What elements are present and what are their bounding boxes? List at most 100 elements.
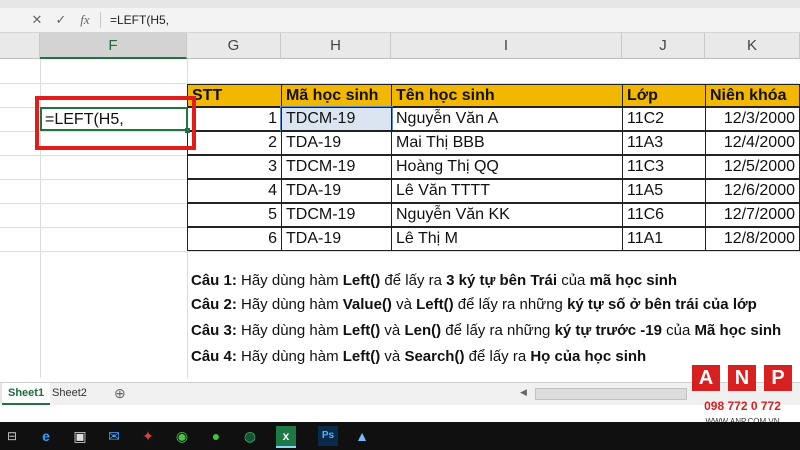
task-view-icon[interactable]: ⊟ [2, 426, 22, 446]
header-ma-hoc-sinh: Mã học sinh [281, 84, 392, 107]
question-text: để lấy ra [380, 272, 447, 289]
question-text: để lấy ra những [453, 296, 568, 313]
mail-icon[interactable]: ✉ [104, 426, 124, 446]
header-stt: STT [187, 84, 282, 107]
line-icon[interactable]: ● [206, 426, 226, 446]
table-cell-lop[interactable]: 11C6 [622, 203, 706, 227]
tab-sheet2[interactable]: Sheet2 [46, 383, 93, 403]
column-header-g[interactable]: G [187, 33, 281, 59]
table-cell-ten-hoc-sinh[interactable]: Nguyễn Văn KK [391, 203, 623, 227]
table-cell-stt[interactable]: 3 [187, 155, 282, 179]
table-cell-ten-hoc-sinh[interactable]: Nguyễn Văn A [391, 107, 623, 131]
horizontal-scrollbar[interactable] [535, 388, 687, 400]
question-text: Hãy dùng hàm [236, 296, 343, 313]
fx-icon[interactable]: fx [76, 12, 94, 28]
header-ten-hoc-sinh: Tên học sinh [391, 84, 623, 107]
table-cell-ma-hoc-sinh[interactable]: TDCM-19 [281, 203, 392, 227]
zalo-icon[interactable]: ✦ [138, 426, 158, 446]
table-cell-ma-hoc-sinh[interactable]: TDA-19 [281, 227, 392, 251]
table-cell-ma-hoc-sinh[interactable]: TDCM-19 [281, 155, 392, 179]
scroll-left-icon[interactable]: ◀ [520, 387, 530, 399]
column-header-h[interactable]: H [281, 33, 391, 59]
table-cell-ma-hoc-sinh[interactable]: TDA-19 [281, 179, 392, 203]
table-cell-ten-hoc-sinh[interactable]: Lê Văn TTTT [391, 179, 623, 203]
worksheet-grid[interactable]: F G H I J K STT Mã học sinh Tên học sinh… [0, 33, 800, 378]
active-cell-f5[interactable]: =LEFT(H5, [40, 107, 188, 131]
table-cell-stt[interactable]: 5 [187, 203, 282, 227]
question-label: Câu 1: [191, 272, 237, 289]
formula-input[interactable]: =LEFT(H5, [110, 13, 169, 27]
question-label: Câu 2: [191, 296, 237, 313]
question-bold: ký tự số ở bên trái của lớp [567, 296, 757, 313]
question-2: Câu 2: Hãy dùng hàm Value() và Left() để… [191, 296, 757, 313]
anp-logo: A N P 098 772 0 772 WWW.ANP.COM.VN [690, 365, 795, 426]
table-cell-lop[interactable]: 11A3 [622, 131, 706, 155]
question-text: để lấy ra [464, 348, 531, 365]
title-strip [0, 0, 800, 8]
table-cell-ma-hoc-sinh[interactable]: TDCM-19 [280, 106, 393, 132]
logo-letter: N [728, 365, 756, 391]
question-text: và [391, 296, 417, 313]
table-cell-lop[interactable]: 11A1 [622, 227, 706, 251]
question-bold: Họ của học sinh [530, 348, 647, 365]
question-bold: Len() [404, 322, 442, 339]
table-cell-nien-khoa[interactable]: 12/8/2000 [705, 227, 800, 251]
table-cell-stt[interactable]: 6 [187, 227, 282, 251]
question-bold: Left() [342, 272, 381, 289]
table-cell-ma-hoc-sinh[interactable]: TDA-19 [281, 131, 392, 155]
header-lop: Lớp [622, 84, 706, 107]
question-bold: Mã học sinh [694, 322, 782, 339]
tab-sheet1[interactable]: Sheet1 [2, 383, 51, 405]
logo-letter: P [764, 365, 792, 391]
column-header-i[interactable]: I [391, 33, 622, 59]
table-cell-ten-hoc-sinh[interactable]: Hoàng Thị QQ [391, 155, 623, 179]
excel-icon[interactable]: x [276, 426, 296, 448]
edge-icon[interactable]: e [36, 426, 56, 446]
table-cell-lop[interactable]: 11C3 [622, 155, 706, 179]
store-icon[interactable]: ▣ [70, 426, 90, 446]
enter-icon[interactable]: ✓ [52, 12, 70, 28]
column-header-j[interactable]: J [622, 33, 705, 59]
question-bold: Search() [404, 348, 465, 365]
table-cell-stt[interactable]: 4 [187, 179, 282, 203]
question-label: Câu 3: [191, 322, 237, 339]
table-cell-stt[interactable]: 1 [187, 107, 282, 131]
fill-handle[interactable] [185, 128, 190, 133]
column-header-k[interactable]: K [705, 33, 800, 59]
gridline [0, 251, 800, 252]
question-bold: Left() [342, 322, 381, 339]
question-bold: ký tự trước -19 [554, 322, 662, 339]
question-bold: Left() [416, 296, 454, 313]
windows-taskbar: ⊟ e ▣ ✉ ✦ ◉ ● ◍ x Ps ▲ [0, 422, 800, 450]
photoshop-icon[interactable]: Ps [318, 426, 338, 446]
question-text: Hãy dùng hàm [236, 348, 343, 365]
cancel-icon[interactable]: ✕ [28, 12, 46, 28]
logo-phone: 098 772 0 772 [704, 399, 781, 413]
question-1: Câu 1: Hãy dùng hàm Left() để lấy ra 3 k… [191, 272, 677, 289]
table-cell-ten-hoc-sinh[interactable]: Mai Thị BBB [391, 131, 623, 155]
formula-bar: ✕ ✓ fx =LEFT(H5, [0, 8, 800, 33]
table-cell-ten-hoc-sinh[interactable]: Lê Thị M [391, 227, 623, 251]
question-text: để lấy ra những [441, 322, 555, 339]
question-bold: 3 ký tự bên Trái [446, 272, 558, 289]
table-cell-nien-khoa[interactable]: 12/5/2000 [705, 155, 800, 179]
chat-icon[interactable]: ◍ [240, 426, 260, 446]
formula-separator [100, 12, 101, 28]
sheet-tabs-bar: Sheet1 Sheet2 ⊕ ◀ [0, 382, 800, 405]
question-text: của [557, 272, 590, 289]
table-cell-nien-khoa[interactable]: 12/6/2000 [705, 179, 800, 203]
table-cell-lop[interactable]: 11A5 [622, 179, 706, 203]
question-label: Câu 4: [191, 348, 237, 365]
table-cell-stt[interactable]: 2 [187, 131, 282, 155]
question-text: của [662, 322, 695, 339]
table-cell-nien-khoa[interactable]: 12/7/2000 [705, 203, 800, 227]
column-header-f[interactable]: F [40, 33, 187, 59]
question-text: và [380, 322, 405, 339]
table-cell-lop[interactable]: 11C2 [622, 107, 706, 131]
table-cell-nien-khoa[interactable]: 12/4/2000 [705, 131, 800, 155]
add-sheet-icon[interactable]: ⊕ [108, 383, 132, 403]
photos-icon[interactable]: ▲ [352, 426, 372, 446]
chrome-icon[interactable]: ◉ [172, 426, 192, 446]
table-cell-nien-khoa[interactable]: 12/3/2000 [705, 107, 800, 131]
select-all-corner[interactable] [0, 33, 40, 59]
